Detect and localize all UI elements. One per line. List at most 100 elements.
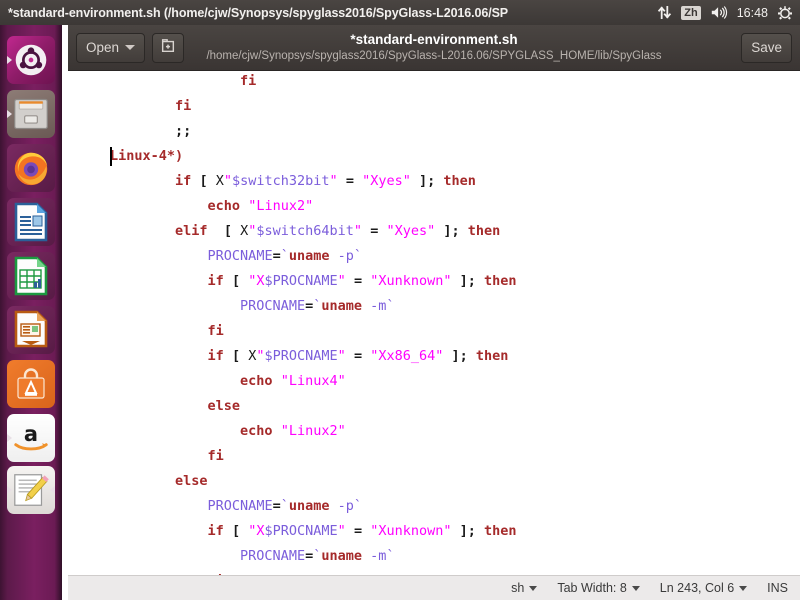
code-line: fi bbox=[110, 94, 800, 119]
launcher-running-arrow bbox=[7, 486, 12, 494]
system-tray: Zh 16:48 bbox=[657, 5, 800, 21]
code-token: -p bbox=[329, 498, 354, 514]
code-token: "Xyes" bbox=[362, 173, 411, 189]
launcher-item-amazon[interactable]: a bbox=[7, 414, 55, 462]
launcher-running-arrow bbox=[7, 434, 12, 442]
gear-power-icon[interactable] bbox=[777, 5, 793, 21]
new-document-button[interactable] bbox=[152, 32, 185, 63]
code-line: if [ X"$PROCNAME" = "Xx86_64" ]; then bbox=[110, 344, 800, 369]
code-token: $switch64bit bbox=[256, 223, 354, 239]
code-token: PROCNAME bbox=[207, 248, 273, 264]
code-token: fi bbox=[240, 73, 257, 89]
input-method-indicator[interactable]: Zh bbox=[681, 5, 701, 20]
status-bar: sh Tab Width: 8 Ln 243, Col 6 INS bbox=[68, 575, 800, 600]
code-token: [ bbox=[231, 348, 241, 364]
code-token: = bbox=[353, 273, 363, 289]
code-token: = bbox=[305, 298, 314, 314]
code-token: "X bbox=[248, 523, 265, 539]
window-title: *standard-environment.sh bbox=[350, 32, 518, 47]
code-token: PROCNAME bbox=[207, 498, 273, 514]
volume-icon[interactable] bbox=[710, 5, 728, 20]
text-editor-area[interactable]: fi fi ;; Linux-4*) if [ X"$switch32bit" =… bbox=[68, 72, 800, 575]
tab-width-selector[interactable]: Tab Width: 8 bbox=[557, 581, 640, 595]
code-token: [ bbox=[231, 523, 241, 539]
code-token: PROCNAME bbox=[240, 548, 306, 564]
save-button[interactable]: Save bbox=[741, 32, 792, 63]
code-token: if bbox=[207, 348, 224, 364]
code-line: fi bbox=[110, 444, 800, 469]
language-label: sh bbox=[511, 581, 525, 595]
code-token: "Linux2" bbox=[280, 423, 346, 439]
cursor-position-selector[interactable]: Ln 243, Col 6 bbox=[660, 581, 748, 595]
launcher-item-libreoffice-calc[interactable] bbox=[7, 252, 55, 300]
code-token: else bbox=[207, 398, 241, 414]
code-token: if bbox=[207, 273, 224, 289]
launcher-item-libreoffice-writer[interactable] bbox=[7, 198, 55, 246]
code-token: " bbox=[337, 273, 346, 289]
code-line: echo "Linux4" bbox=[110, 369, 800, 394]
code-token: PROCNAME bbox=[240, 298, 306, 314]
code-token: then bbox=[484, 523, 517, 539]
code-token: ` bbox=[353, 498, 363, 514]
gedit-pencil-icon bbox=[7, 466, 55, 514]
code-token: = bbox=[272, 498, 281, 514]
svg-text:a: a bbox=[24, 422, 38, 446]
chevron-down-icon bbox=[631, 585, 640, 591]
code-token: $PROCNAME bbox=[264, 348, 338, 364]
language-selector[interactable]: sh bbox=[511, 581, 538, 595]
code-token: ` bbox=[386, 298, 395, 314]
panel-window-title: *standard-environment.sh (/home/cjw/Syno… bbox=[8, 5, 509, 20]
code-token: " bbox=[256, 348, 265, 364]
launcher-item-gedit[interactable] bbox=[7, 466, 55, 514]
code-token: ;; bbox=[175, 123, 192, 139]
code-token: uname bbox=[288, 498, 330, 514]
launcher-item-ubuntu-dash[interactable] bbox=[7, 36, 55, 84]
code-token: [ bbox=[199, 173, 208, 189]
source-code-view[interactable]: fi fi ;; Linux-4*) if [ X"$switch32bit" =… bbox=[68, 72, 800, 575]
document-writer-icon bbox=[7, 198, 55, 246]
code-token: X bbox=[240, 348, 257, 364]
chevron-down-icon bbox=[529, 585, 538, 591]
code-token: ` bbox=[280, 498, 289, 514]
firefox-icon bbox=[7, 144, 55, 192]
launcher-item-files[interactable] bbox=[7, 90, 55, 138]
code-token: "Linux2" bbox=[248, 198, 314, 214]
code-line: Linux-4*) bbox=[110, 144, 800, 169]
open-button-label: Open bbox=[86, 40, 120, 55]
window-subtitle-path: /home/cjw/Synopsys/spyglass2016/SpyGlass… bbox=[206, 50, 662, 62]
code-token: "Xx86_64" bbox=[370, 348, 444, 364]
open-button[interactable]: Open bbox=[76, 32, 146, 63]
code-token: X bbox=[231, 223, 249, 239]
launcher-item-firefox[interactable] bbox=[7, 144, 55, 192]
launcher-item-ubuntu-software[interactable] bbox=[7, 360, 55, 408]
software-bag-icon bbox=[7, 360, 55, 408]
code-token: $PROCNAME bbox=[264, 523, 338, 539]
code-token: Linux-4*) bbox=[110, 148, 184, 164]
code-token: ]; bbox=[451, 348, 468, 364]
code-token: echo bbox=[207, 198, 241, 214]
code-token: " bbox=[337, 523, 346, 539]
launcher-item-libreoffice-impress[interactable] bbox=[7, 306, 55, 354]
code-line: if [ X"$switch32bit" = "Xyes" ]; then bbox=[110, 169, 800, 194]
spreadsheet-calc-icon bbox=[7, 252, 55, 300]
desktop-screen: *standard-environment.sh (/home/cjw/Syno… bbox=[0, 0, 800, 600]
code-token: elif bbox=[175, 223, 208, 239]
code-line: else bbox=[110, 469, 800, 494]
code-token: then bbox=[467, 223, 501, 239]
save-button-label: Save bbox=[751, 40, 782, 55]
network-updown-icon[interactable] bbox=[657, 5, 672, 20]
code-token: = bbox=[305, 548, 314, 564]
code-line: PROCNAME=`uname -m` bbox=[110, 294, 800, 319]
code-token: -m bbox=[362, 298, 387, 314]
clock[interactable]: 16:48 bbox=[737, 6, 768, 20]
code-token: then bbox=[484, 273, 517, 289]
code-token: $PROCNAME bbox=[264, 273, 338, 289]
code-line: echo "Linux2" bbox=[110, 419, 800, 444]
